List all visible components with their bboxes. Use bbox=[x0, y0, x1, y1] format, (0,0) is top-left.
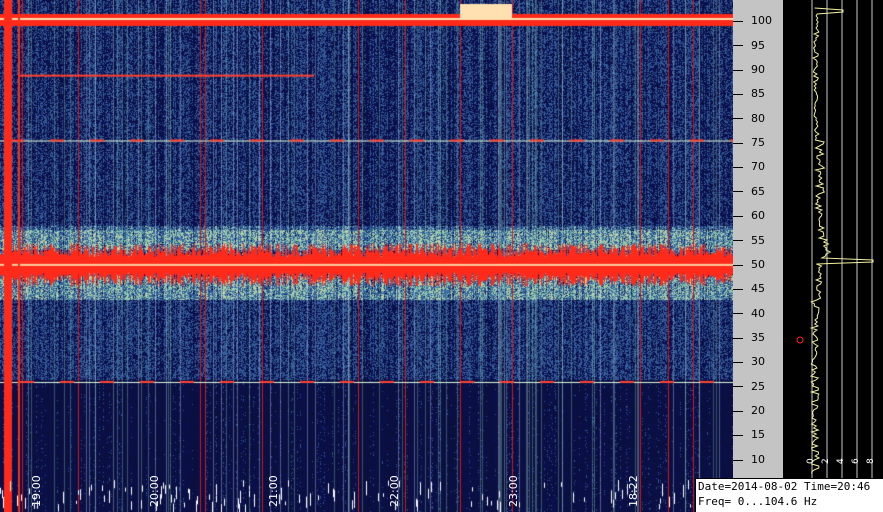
time-label-1822: 18:22 bbox=[627, 475, 640, 507]
amplitude-spectrum-panel: 0 2 4 6 8 bbox=[783, 0, 883, 478]
tick-mark bbox=[733, 313, 743, 314]
freq-tick-45: 45 bbox=[751, 282, 765, 295]
freq-tick-25: 25 bbox=[751, 380, 765, 393]
freq-tick-40: 40 bbox=[751, 307, 765, 320]
amp-tick-0: 0 bbox=[806, 458, 816, 464]
spectrogram-area: 19:00 20:00 21:00 22:00 23:00 18:22 bbox=[0, 0, 733, 512]
tick-mark bbox=[733, 118, 743, 119]
frequency-axis: 100 95 90 85 80 75 70 65 60 55 50 45 40 … bbox=[733, 0, 783, 478]
tick-mark bbox=[733, 386, 743, 387]
time-label-2200: 22:00 bbox=[388, 475, 401, 507]
freq-range-label: Freq= 0...104.6 Hz bbox=[698, 495, 818, 508]
freq-tick-15: 15 bbox=[751, 428, 765, 441]
tick-mark bbox=[733, 338, 743, 339]
tick-mark bbox=[733, 411, 743, 412]
amp-tick-6: 6 bbox=[851, 458, 861, 464]
tick-mark bbox=[733, 21, 743, 22]
freq-tick-20: 20 bbox=[751, 404, 765, 417]
freq-tick-70: 70 bbox=[751, 160, 765, 173]
amp-tick-8: 8 bbox=[866, 458, 876, 464]
tick-mark bbox=[733, 240, 743, 241]
freq-tick-50: 50 bbox=[751, 258, 765, 271]
freq-tick-90: 90 bbox=[751, 63, 765, 76]
date-label: Date=2014-08-02 bbox=[698, 480, 798, 493]
tick-mark bbox=[733, 460, 743, 461]
freq-tick-10: 10 bbox=[751, 453, 765, 466]
freq-tick-35: 35 bbox=[751, 331, 765, 344]
freq-tick-55: 55 bbox=[751, 234, 765, 247]
marker-circle bbox=[796, 336, 804, 344]
tick-mark bbox=[733, 216, 743, 217]
tick-mark bbox=[733, 191, 743, 192]
tick-mark bbox=[733, 167, 743, 168]
tick-mark bbox=[733, 265, 743, 266]
freq-tick-75: 75 bbox=[751, 136, 765, 149]
tick-mark bbox=[733, 362, 743, 363]
tick-mark bbox=[733, 70, 743, 71]
date-time-line: Date=2014-08-02 Time=20:46 bbox=[696, 479, 883, 494]
time-label-1900: 19:00 bbox=[30, 475, 43, 507]
freq-tick-100: 100 bbox=[751, 14, 772, 27]
freq-tick-80: 80 bbox=[751, 112, 765, 125]
amp-tick-4: 4 bbox=[836, 458, 846, 464]
spectrum-plot bbox=[796, 0, 874, 478]
freq-tick-60: 60 bbox=[751, 209, 765, 222]
spectrogram-canvas bbox=[0, 0, 733, 512]
freq-tick-30: 30 bbox=[751, 355, 765, 368]
time-label: Time=20:46 bbox=[803, 480, 871, 493]
time-label-2300: 23:00 bbox=[507, 475, 520, 507]
freq-tick-85: 85 bbox=[751, 87, 765, 100]
time-label-2000: 20:00 bbox=[148, 475, 161, 507]
tick-mark bbox=[733, 45, 743, 46]
tick-mark bbox=[733, 94, 743, 95]
tick-mark bbox=[733, 143, 743, 144]
info-box: Date=2014-08-02 Time=20:46 Freq= 0...104… bbox=[695, 478, 883, 512]
tick-mark bbox=[733, 289, 743, 290]
tick-mark bbox=[733, 435, 743, 436]
freq-tick-95: 95 bbox=[751, 39, 765, 52]
time-label-2100: 21:00 bbox=[267, 475, 280, 507]
freq-tick-65: 65 bbox=[751, 185, 765, 198]
amp-tick-2: 2 bbox=[821, 458, 831, 464]
